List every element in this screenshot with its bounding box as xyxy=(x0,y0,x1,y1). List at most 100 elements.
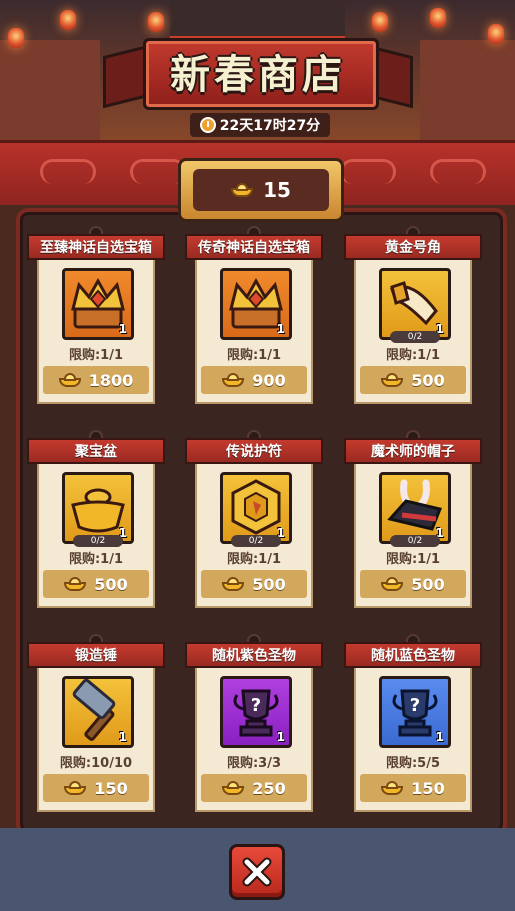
item-price: 500 xyxy=(252,574,286,594)
buy-button[interactable]: 500 xyxy=(360,366,466,394)
shop-item-card[interactable]: 1 0/2 限购:1/1 500 聚宝盆 xyxy=(27,430,165,610)
page-title: 新春商店 xyxy=(170,52,346,98)
item-progress: 0/2 xyxy=(390,535,440,547)
item-frame[interactable]: 1 0/2 xyxy=(220,472,292,547)
gold-ingot-icon xyxy=(222,373,245,387)
item-quantity: 1 xyxy=(118,730,127,744)
item-body: 1 0/2 限购:1/1 500 xyxy=(195,462,313,608)
shop-item-card[interactable]: 1 0/2 限购:1/1 500 传说护符 xyxy=(185,430,323,610)
item-frame[interactable]: 1 0/2 xyxy=(379,268,451,343)
item-name-banner: 黄金号角 xyxy=(344,234,482,260)
shop-item-card[interactable]: 1 限购:10/10 150 锻造锤 xyxy=(27,634,165,814)
shop-item-card[interactable]: 1 限购:1/1 900 传奇神话自选宝箱 xyxy=(185,226,323,406)
gold-ingot-icon xyxy=(231,183,254,197)
lantern-icon xyxy=(372,12,388,32)
item-frame[interactable]: 1 xyxy=(62,268,134,340)
event-timer: 22天17时27分 xyxy=(190,113,330,137)
item-name: 聚宝盆 xyxy=(75,444,117,460)
item-quantity: 1 xyxy=(435,730,444,744)
gold-ingot-icon xyxy=(381,577,404,591)
item-quantity: 1 xyxy=(118,322,127,336)
building-right xyxy=(420,40,515,150)
lantern-icon xyxy=(148,12,164,32)
cloud-ornament xyxy=(340,159,396,184)
item-name-banner: 聚宝盆 xyxy=(27,438,165,464)
buy-button[interactable]: 900 xyxy=(201,366,307,394)
item-body: 1 0/2 限购:1/1 500 xyxy=(354,462,472,608)
item-name-banner: 随机紫色圣物 xyxy=(185,642,323,668)
item-name: 随机紫色圣物 xyxy=(212,648,296,664)
item-body: ? 1 限购:3/3 250 xyxy=(195,666,313,812)
item-progress: 0/2 xyxy=(73,535,123,547)
shop-item-card[interactable]: ? 1 限购:3/3 250 随机紫色圣物 xyxy=(185,634,323,814)
svg-text:?: ? xyxy=(251,695,261,716)
purchase-limit: 限购:1/1 xyxy=(226,552,282,567)
item-body: 1 限购:10/10 150 xyxy=(37,666,155,812)
item-name-banner: 至臻神话自选宝箱 xyxy=(27,234,165,260)
buy-button[interactable]: 150 xyxy=(360,774,466,802)
item-body: 1 限购:1/1 1800 xyxy=(37,258,155,404)
close-icon xyxy=(242,857,272,887)
item-name-banner: 锻造锤 xyxy=(27,642,165,668)
currency-balance: 15 xyxy=(263,178,291,202)
item-name-banner: 随机蓝色圣物 xyxy=(344,642,482,668)
item-price: 500 xyxy=(411,574,445,594)
buy-button[interactable]: 500 xyxy=(360,570,466,598)
item-progress: 0/2 xyxy=(231,535,281,547)
gold-ingot-icon xyxy=(222,577,245,591)
item-name: 传说护符 xyxy=(226,444,282,460)
item-frame[interactable]: 1 0/2 xyxy=(62,472,134,547)
shop-item-card[interactable]: 1 0/2 限购:1/1 500 魔术师的帽子 xyxy=(344,430,482,610)
buy-button[interactable]: 150 xyxy=(43,774,149,802)
lantern-icon xyxy=(60,10,76,30)
buy-button[interactable]: 1800 xyxy=(43,366,149,394)
purchase-limit: 限购:10/10 xyxy=(59,756,133,771)
item-body: 1 0/2 限购:1/1 500 xyxy=(354,258,472,404)
clock-icon xyxy=(199,117,216,133)
gold-ingot-icon xyxy=(64,781,87,795)
item-name: 锻造锤 xyxy=(75,648,117,664)
item-name: 随机蓝色圣物 xyxy=(371,648,455,664)
gold-ingot-icon xyxy=(381,373,404,387)
purchase-limit: 限购:1/1 xyxy=(68,552,124,567)
timer-text: 22天17时27分 xyxy=(219,118,321,134)
gold-ingot-icon xyxy=(64,577,87,591)
purchase-limit: 限购:5/5 xyxy=(385,756,441,771)
gold-ingot-icon xyxy=(381,781,404,795)
item-name: 黄金号角 xyxy=(385,240,441,256)
item-name-banner: 传奇神话自选宝箱 xyxy=(185,234,323,260)
shop-item-card[interactable]: ? 1 限购:5/5 150 随机蓝色圣物 xyxy=(344,634,482,814)
buy-button[interactable]: 500 xyxy=(43,570,149,598)
item-body: 1 0/2 限购:1/1 500 xyxy=(37,462,155,608)
svg-text:?: ? xyxy=(410,695,420,716)
item-name-banner: 传说护符 xyxy=(185,438,323,464)
purchase-limit: 限购:3/3 xyxy=(226,756,282,771)
item-frame[interactable]: 1 xyxy=(62,676,134,748)
lantern-icon xyxy=(430,8,446,28)
item-price: 250 xyxy=(252,778,286,798)
item-price: 150 xyxy=(94,778,128,798)
purchase-limit: 限购:1/1 xyxy=(385,552,441,567)
cloud-ornament xyxy=(430,159,486,184)
gold-ingot-icon xyxy=(222,781,245,795)
lantern-icon xyxy=(488,24,504,44)
shop-item-card[interactable]: 1 0/2 限购:1/1 500 黄金号角 xyxy=(344,226,482,406)
shop-item-card[interactable]: 1 限购:1/1 1800 至臻神话自选宝箱 xyxy=(27,226,165,406)
item-quantity: 1 xyxy=(276,730,285,744)
buy-button[interactable]: 250 xyxy=(201,774,307,802)
item-frame[interactable]: 1 xyxy=(220,268,292,340)
title-banner: 新春商店 xyxy=(103,38,413,112)
close-button[interactable] xyxy=(229,844,285,900)
item-price: 1800 xyxy=(88,370,134,390)
buy-button[interactable]: 500 xyxy=(201,570,307,598)
item-frame[interactable]: ? 1 xyxy=(379,676,451,748)
item-progress: 0/2 xyxy=(390,331,440,343)
item-price: 500 xyxy=(411,370,445,390)
lantern-icon xyxy=(8,28,24,48)
item-name: 传奇神话自选宝箱 xyxy=(198,240,310,256)
item-price: 900 xyxy=(252,370,286,390)
item-price: 150 xyxy=(411,778,445,798)
item-frame[interactable]: ? 1 xyxy=(220,676,292,748)
item-frame[interactable]: 1 0/2 xyxy=(379,472,451,547)
purchase-limit: 限购:1/1 xyxy=(385,348,441,363)
